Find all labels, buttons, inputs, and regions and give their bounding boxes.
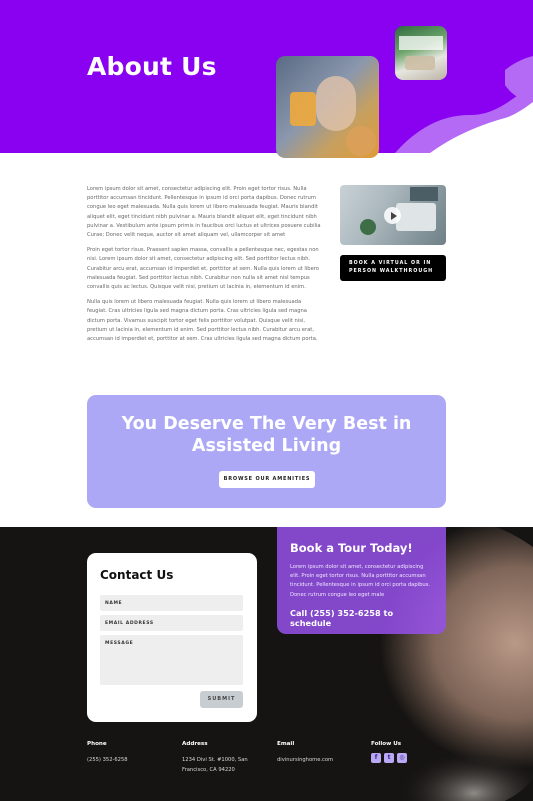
- footer-email-value[interactable]: divinursinghome.com: [277, 756, 333, 766]
- footer-address-label: Address: [182, 741, 208, 747]
- footer-address: Address 1234 Divi St. #1000, San Francis…: [182, 741, 248, 775]
- browse-amenities-button[interactable]: BROWSE OUR AMENITIES: [219, 471, 315, 488]
- about-paragraph: Nulla quis lorem ut libero malesuada feu…: [87, 299, 318, 343]
- facebook-icon[interactable]: f: [371, 753, 381, 763]
- play-icon[interactable]: [384, 207, 401, 224]
- about-body-text: Lorem ipsum dolor sit amet, consectetur …: [87, 185, 321, 350]
- twitter-icon[interactable]: t: [384, 753, 394, 763]
- footer-phone: Phone (255) 352-6258: [87, 741, 128, 766]
- footer-phone-value[interactable]: (255) 352-6258: [87, 756, 128, 766]
- hero-image-porch: [395, 26, 447, 80]
- book-text: Lorem ipsum dolor sit amet, consectetur …: [290, 564, 431, 598]
- footer-background-photo: [0, 527, 533, 801]
- footer-email: Email divinursinghome.com: [277, 741, 333, 766]
- book-tour-card: Book a Tour Today! Lorem ipsum dolor sit…: [277, 527, 446, 634]
- page-title: About Us: [87, 52, 217, 81]
- footer-phone-label: Phone: [87, 741, 107, 747]
- instagram-icon[interactable]: ◎: [397, 753, 407, 763]
- contact-title: Contact Us: [100, 568, 174, 582]
- submit-button[interactable]: SUBMIT: [200, 691, 243, 708]
- about-paragraph: Lorem ipsum dolor sit amet, consectetur …: [87, 186, 321, 239]
- footer-email-label: Email: [277, 741, 295, 747]
- book-walkthrough-button[interactable]: BOOK A VIRTUAL OR IN PERSON WALKTHROUGH: [340, 255, 446, 281]
- footer-follow: Follow Us f t ◎: [371, 741, 407, 763]
- message-field[interactable]: MESSAGE: [100, 635, 243, 685]
- hero-wave-shape: [395, 56, 533, 153]
- cta-title: You Deserve The Very Best in Assisted Li…: [121, 414, 412, 456]
- book-title: Book a Tour Today!: [290, 541, 413, 555]
- footer-address-line: Francisco, CA 94220: [182, 766, 235, 773]
- footer-follow-label: Follow Us: [371, 741, 402, 747]
- virtual-tour-video[interactable]: [340, 185, 446, 245]
- about-paragraph: Proin eget tortor risus. Praesent sapien…: [87, 247, 319, 291]
- footer-address-line: 1234 Divi St. #1000, San: [182, 757, 248, 763]
- book-call-link[interactable]: Call (255) 352-6258 to schedule: [290, 608, 433, 628]
- amenities-cta: You Deserve The Very Best in Assisted Li…: [87, 395, 446, 508]
- footer-section: [0, 527, 533, 801]
- name-field[interactable]: NAME: [100, 595, 243, 611]
- hero-image-drink: [276, 56, 379, 158]
- email-field[interactable]: EMAIL ADDRESS: [100, 615, 243, 631]
- hero-section: About Us: [0, 0, 533, 153]
- contact-form: Contact Us NAME EMAIL ADDRESS MESSAGE SU…: [87, 553, 257, 722]
